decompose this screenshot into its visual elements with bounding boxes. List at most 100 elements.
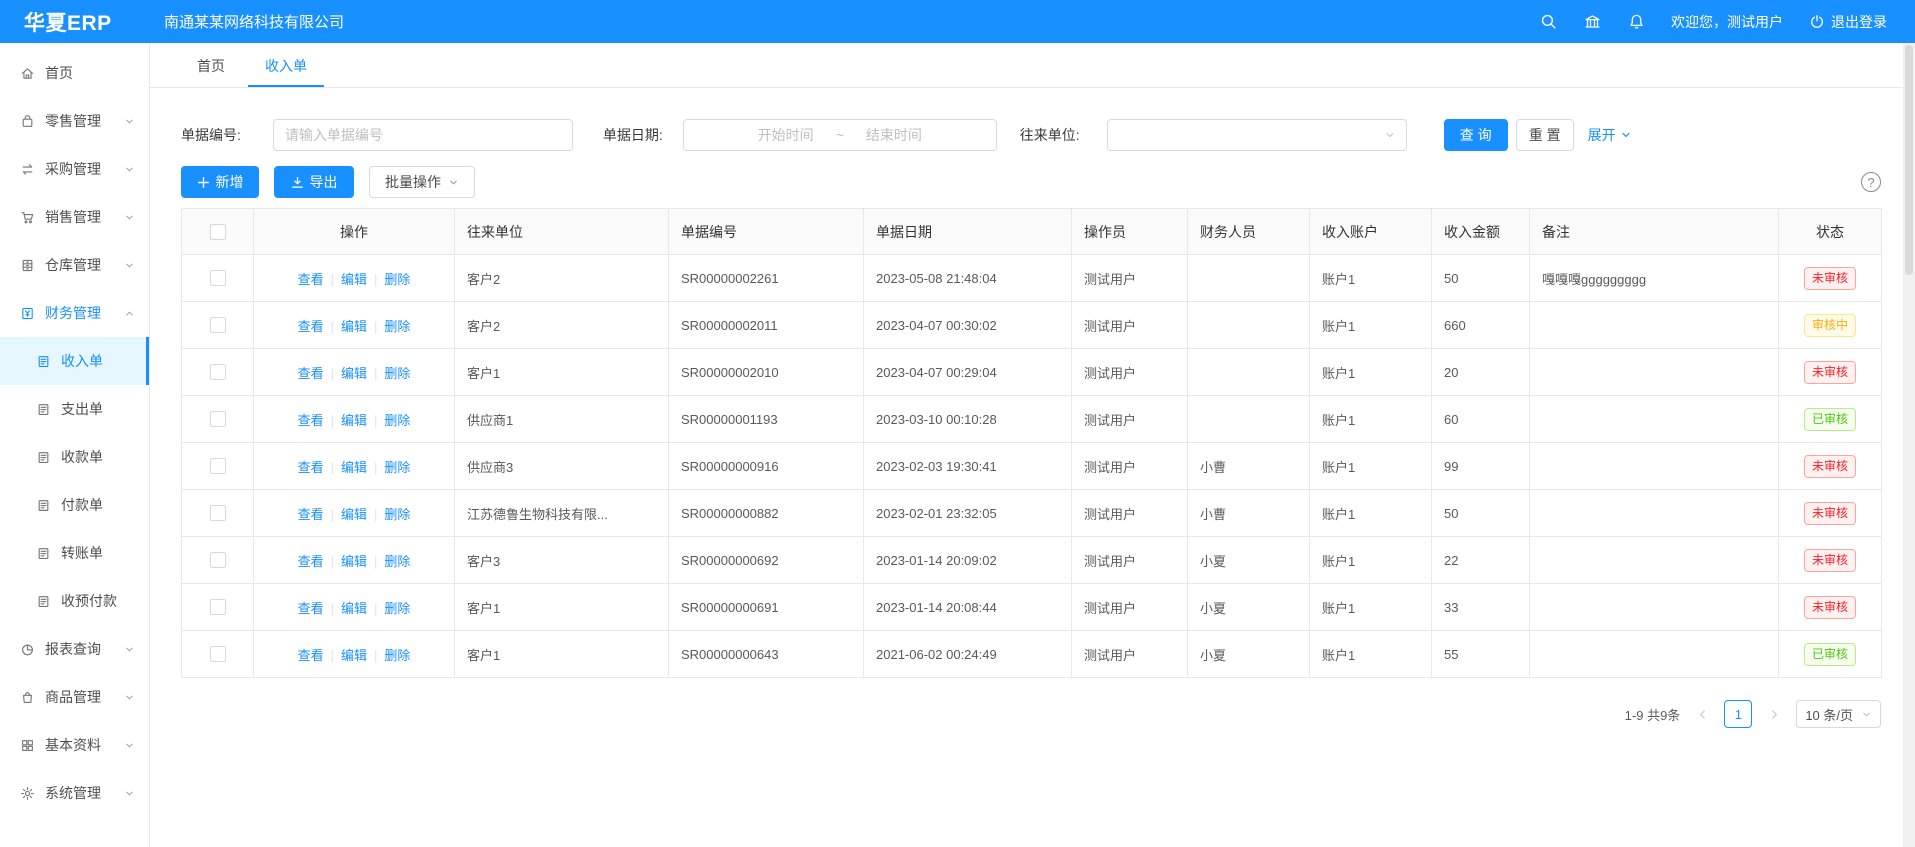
- add-button[interactable]: 新增: [181, 166, 259, 198]
- cell-remark: [1530, 443, 1779, 490]
- bill-no-input[interactable]: [273, 119, 573, 151]
- page-number-button[interactable]: 1: [1724, 700, 1752, 728]
- row-checkbox[interactable]: [210, 552, 226, 568]
- sidebar-item-11[interactable]: 收预付款: [0, 577, 149, 625]
- search-button[interactable]: 查 询: [1444, 119, 1508, 151]
- row-checkbox[interactable]: [210, 599, 226, 615]
- table-row: 查看|编辑|删除客户1SR000000006432021-06-02 00:24…: [182, 631, 1882, 678]
- edit-link[interactable]: 编辑: [341, 507, 367, 522]
- sidebar-item-3[interactable]: 销售管理: [0, 193, 149, 241]
- help-icon[interactable]: ?: [1861, 172, 1881, 192]
- sidebar-item-0[interactable]: 首页: [0, 49, 149, 97]
- chevron-down-icon: [448, 177, 459, 188]
- edit-link[interactable]: 编辑: [341, 366, 367, 381]
- delete-link[interactable]: 删除: [384, 319, 410, 334]
- view-link[interactable]: 查看: [298, 319, 324, 334]
- table-row: 查看|编辑|删除客户3SR000000006922023-01-14 20:09…: [182, 537, 1882, 584]
- view-link[interactable]: 查看: [298, 601, 324, 616]
- cell-finance-staff: 小曹: [1188, 490, 1310, 537]
- delete-link[interactable]: 删除: [384, 554, 410, 569]
- sidebar-item-5[interactable]: 财务管理: [0, 289, 149, 337]
- edit-link[interactable]: 编辑: [341, 554, 367, 569]
- bell-icon[interactable]: [1627, 13, 1645, 31]
- view-link[interactable]: 查看: [298, 460, 324, 475]
- edit-link[interactable]: 编辑: [341, 648, 367, 663]
- row-actions: 查看|编辑|删除: [254, 537, 455, 584]
- sidebar-item-4[interactable]: 仓库管理: [0, 241, 149, 289]
- bank-icon[interactable]: [1583, 13, 1601, 31]
- plus-icon: [197, 176, 210, 189]
- bill-date-label: 单据日期:: [603, 125, 663, 145]
- cell-bill-no: SR00000001193: [669, 396, 864, 443]
- row-checkbox[interactable]: [210, 458, 226, 474]
- next-page-icon[interactable]: [1760, 700, 1788, 728]
- cell-date: 2023-04-07 00:30:02: [864, 302, 1072, 349]
- view-link[interactable]: 查看: [298, 507, 324, 522]
- sidebar-item-9[interactable]: 付款单: [0, 481, 149, 529]
- link-separator: |: [331, 272, 334, 287]
- window-scrollbar[interactable]: [1903, 43, 1915, 847]
- edit-link[interactable]: 编辑: [341, 319, 367, 334]
- table-row: 查看|编辑|删除江苏德鲁生物科技有限...SR000000008822023-0…: [182, 490, 1882, 537]
- delete-link[interactable]: 删除: [384, 413, 410, 428]
- row-checkbox[interactable]: [210, 317, 226, 333]
- row-checkbox-cell: [182, 490, 254, 537]
- edit-link[interactable]: 编辑: [341, 272, 367, 287]
- delete-link[interactable]: 删除: [384, 507, 410, 522]
- chevron-down-icon: [124, 116, 135, 127]
- export-button[interactable]: 导出: [274, 166, 354, 198]
- row-checkbox[interactable]: [210, 505, 226, 521]
- view-link[interactable]: 查看: [298, 648, 324, 663]
- link-separator: |: [331, 413, 334, 428]
- cell-date: 2023-03-10 00:10:28: [864, 396, 1072, 443]
- status-badge: 未审核: [1804, 455, 1856, 478]
- link-separator: |: [374, 272, 377, 287]
- date-range-input[interactable]: 开始时间 ~ 结束时间: [683, 119, 997, 151]
- reset-button[interactable]: 重 置: [1516, 119, 1574, 151]
- row-checkbox[interactable]: [210, 270, 226, 286]
- sidebar-item-13[interactable]: 商品管理: [0, 673, 149, 721]
- row-checkbox[interactable]: [210, 646, 226, 662]
- edit-link[interactable]: 编辑: [341, 413, 367, 428]
- batch-actions-label: 批量操作: [385, 172, 441, 192]
- edit-link[interactable]: 编辑: [341, 460, 367, 475]
- sidebar-item-10[interactable]: 转账单: [0, 529, 149, 577]
- cell-finance-staff: 小夏: [1188, 631, 1310, 678]
- select-all-checkbox[interactable]: [210, 224, 226, 240]
- view-link[interactable]: 查看: [298, 554, 324, 569]
- delete-link[interactable]: 删除: [384, 648, 410, 663]
- sidebar-item-14[interactable]: 基本资料: [0, 721, 149, 769]
- partner-select[interactable]: [1107, 119, 1407, 151]
- sidebar-item-7[interactable]: 支出单: [0, 385, 149, 433]
- tab-1[interactable]: 收入单: [248, 43, 324, 87]
- delete-link[interactable]: 删除: [384, 366, 410, 381]
- sidebar-item-6[interactable]: 收入单: [0, 337, 149, 385]
- view-link[interactable]: 查看: [298, 366, 324, 381]
- delete-link[interactable]: 删除: [384, 272, 410, 287]
- scrollbar-thumb[interactable]: [1905, 45, 1913, 275]
- row-checkbox[interactable]: [210, 411, 226, 427]
- view-link[interactable]: 查看: [298, 272, 324, 287]
- sidebar-item-8[interactable]: 收款单: [0, 433, 149, 481]
- cell-account: 账户1: [1310, 302, 1432, 349]
- sidebar-item-label: 零售管理: [45, 111, 101, 131]
- prev-page-icon[interactable]: [1688, 700, 1716, 728]
- sidebar-item-12[interactable]: 报表查询: [0, 625, 149, 673]
- expand-link[interactable]: 展开: [1588, 125, 1632, 145]
- sidebar-item-2[interactable]: 采购管理: [0, 145, 149, 193]
- edit-link[interactable]: 编辑: [341, 601, 367, 616]
- page-size-select[interactable]: 10 条/页: [1796, 700, 1881, 728]
- logout-button[interactable]: 退出登录: [1809, 12, 1887, 32]
- row-checkbox[interactable]: [210, 364, 226, 380]
- cell-account: 账户1: [1310, 255, 1432, 302]
- delete-link[interactable]: 删除: [384, 460, 410, 475]
- cell-operator: 测试用户: [1072, 396, 1188, 443]
- sidebar-item-15[interactable]: 系统管理: [0, 769, 149, 817]
- batch-actions-button[interactable]: 批量操作: [369, 166, 475, 198]
- sidebar-item-1[interactable]: 零售管理: [0, 97, 149, 145]
- search-icon[interactable]: [1539, 13, 1557, 31]
- chevron-down-icon: [124, 740, 135, 751]
- view-link[interactable]: 查看: [298, 413, 324, 428]
- delete-link[interactable]: 删除: [384, 601, 410, 616]
- tab-0[interactable]: 首页: [180, 43, 242, 87]
